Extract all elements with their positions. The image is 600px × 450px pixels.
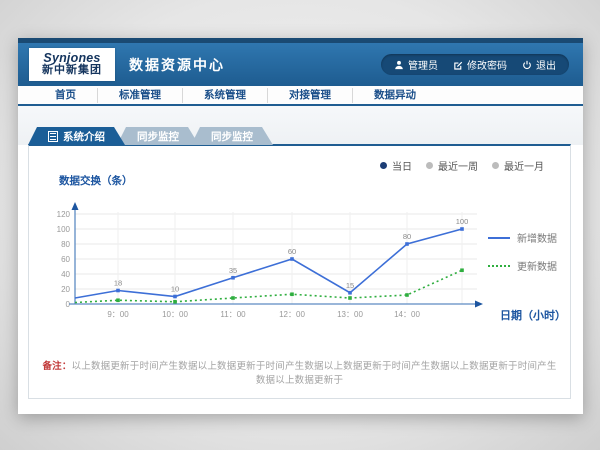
nav-item-interface-management[interactable]: 对接管理 [268, 88, 353, 103]
svg-text:11：00: 11：00 [220, 310, 246, 319]
svg-text:18: 18 [114, 279, 122, 288]
svg-text:10：00: 10：00 [162, 310, 188, 319]
nav-item-data-change[interactable]: 数据异动 [353, 88, 437, 103]
svg-text:120: 120 [57, 210, 71, 219]
chart-legend: 新增数据 更新数据 [488, 230, 557, 286]
note-prefix: 备注： [42, 361, 71, 372]
svg-text:14：00: 14：00 [394, 310, 420, 319]
page-title: 数据资源中心 [129, 55, 225, 75]
nav-item-system-management[interactable]: 系统管理 [183, 88, 268, 103]
svg-text:15: 15 [346, 281, 354, 290]
svg-text:100: 100 [57, 225, 71, 234]
svg-text:35: 35 [229, 266, 237, 275]
filter-last-week-label: 最近一周 [438, 158, 478, 173]
tab-sync-monitor-1[interactable]: 同步监控 [117, 127, 199, 145]
nav-item-standard-management[interactable]: 标准管理 [98, 88, 183, 103]
svg-text:60: 60 [288, 247, 296, 256]
content-panel: 当日 最近一周 最近一月 数据交换（条） 0204060801001209：00… [28, 144, 571, 399]
legend-item-new-data: 新增数据 [488, 230, 557, 245]
tab-strip: 系统介绍 同步监控 同步监控 [18, 106, 583, 145]
legend-item-update-data: 更新数据 [488, 258, 557, 273]
document-icon [48, 131, 58, 142]
nav-item-home[interactable]: 首页 [34, 88, 98, 103]
note-text: 以上数据更新于时间产生数据以上数据更新于时间产生数据以上数据更新于时间产生数据以… [72, 361, 557, 386]
main-navigation: 首页 标准管理 系统管理 对接管理 数据异动 [18, 86, 583, 106]
svg-text:20: 20 [61, 285, 70, 294]
logout-label: 退出 [536, 57, 556, 72]
solid-line-icon [488, 237, 510, 239]
svg-text:80: 80 [61, 240, 70, 249]
filter-today-label: 当日 [392, 158, 412, 173]
radio-unselected-icon [426, 162, 433, 169]
svg-text:100: 100 [456, 217, 469, 226]
svg-text:9：00: 9：00 [107, 310, 129, 319]
svg-text:12：00: 12：00 [279, 310, 305, 319]
line-chart: 0204060801001209：0010：0011：0012：0013：001… [45, 184, 495, 334]
tab-sync-monitor-2[interactable]: 同步监控 [191, 127, 273, 145]
filter-last-week[interactable]: 最近一周 [426, 158, 478, 173]
change-password-label: 修改密码 [467, 57, 507, 72]
user-icon [394, 60, 404, 70]
logout-button[interactable]: 退出 [522, 57, 556, 72]
svg-text:40: 40 [61, 270, 70, 279]
svg-text:80: 80 [403, 232, 411, 241]
tab-sync-monitor-2-label: 同步监控 [211, 129, 253, 144]
x-axis-title: 日期（小时） [500, 307, 566, 323]
admin-user-button[interactable]: 管理员 [394, 57, 438, 72]
period-filter-group: 当日 最近一周 最近一月 [380, 158, 544, 173]
edit-icon [453, 60, 463, 70]
tab-sync-monitor-1-label: 同步监控 [137, 129, 179, 144]
legend-update-data-label: 更新数据 [517, 258, 557, 273]
app-window: Synjones 新中新集团 数据资源中心 管理员 修改密码 退出 首页 标准管… [18, 38, 583, 414]
radio-selected-icon [380, 162, 387, 169]
radio-unselected-icon [492, 162, 499, 169]
change-password-button[interactable]: 修改密码 [453, 57, 507, 72]
filter-today[interactable]: 当日 [380, 158, 412, 173]
filter-last-month[interactable]: 最近一月 [492, 158, 544, 173]
company-logo: Synjones 新中新集团 [29, 48, 115, 81]
tab-system-intro[interactable]: 系统介绍 [28, 127, 125, 145]
filter-last-month-label: 最近一月 [504, 158, 544, 173]
svg-text:13：00: 13：00 [337, 310, 363, 319]
user-menu: 管理员 修改密码 退出 [381, 54, 569, 75]
admin-user-label: 管理员 [408, 57, 438, 72]
svg-text:10: 10 [171, 285, 179, 294]
svg-text:60: 60 [61, 255, 70, 264]
tab-system-intro-label: 系统介绍 [63, 129, 105, 144]
dotted-line-icon [488, 265, 510, 267]
app-header: Synjones 新中新集团 数据资源中心 管理员 修改密码 退出 [18, 43, 583, 86]
footer-note: 备注：以上数据更新于时间产生数据以上数据更新于时间产生数据以上数据更新于时间产生… [39, 358, 560, 386]
logo-text-cn: 新中新集团 [42, 65, 102, 77]
power-icon [522, 60, 532, 70]
legend-new-data-label: 新增数据 [517, 230, 557, 245]
